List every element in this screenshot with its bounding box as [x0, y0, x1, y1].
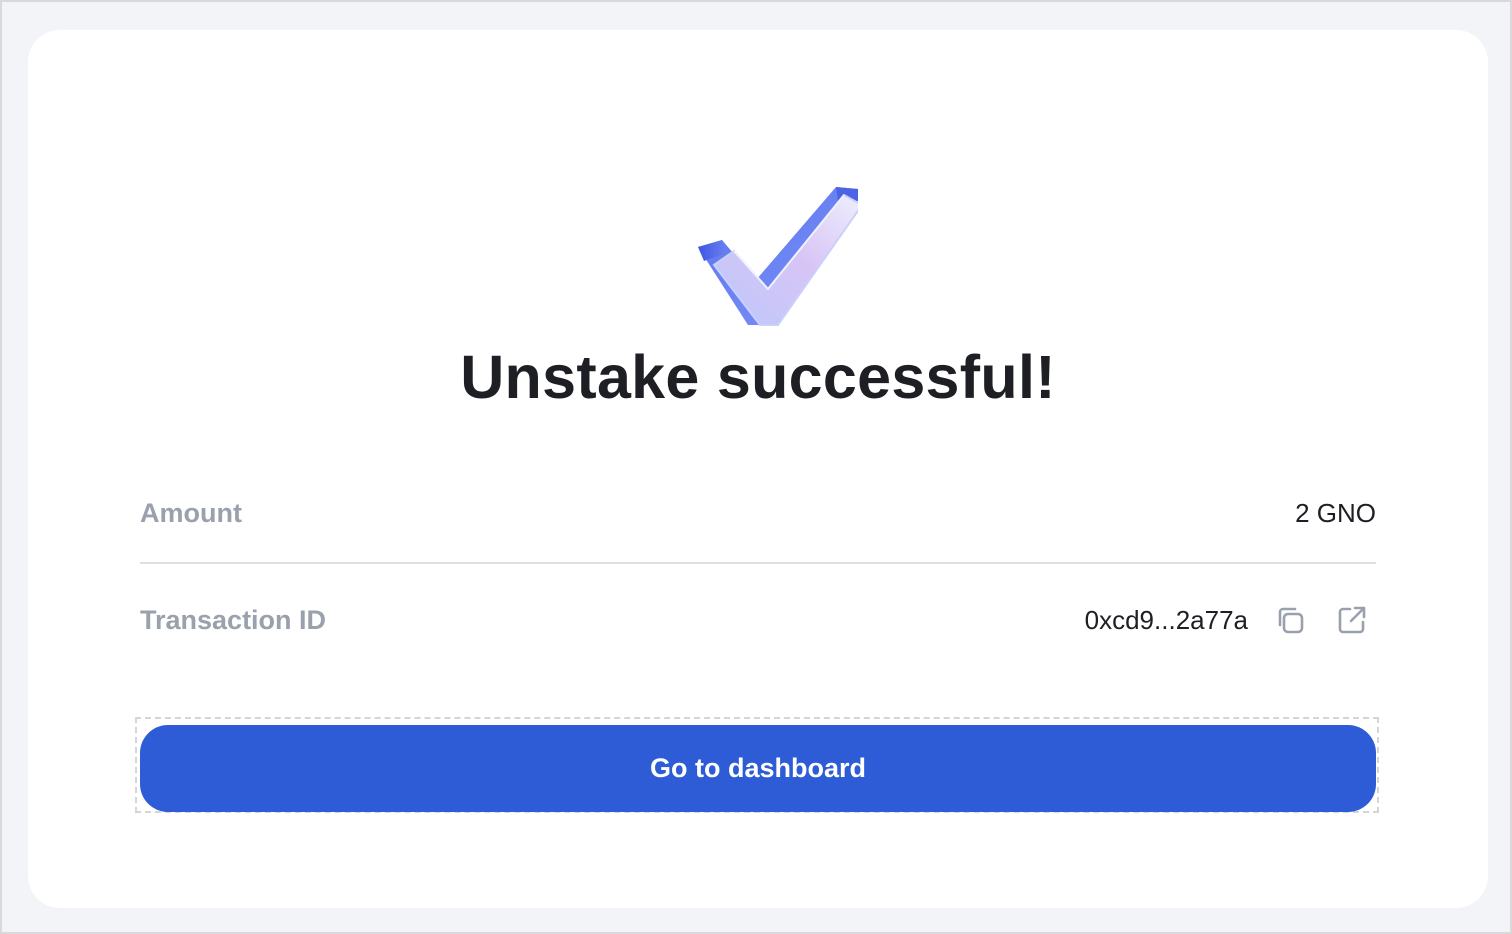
copy-icon[interactable]: [1270, 600, 1310, 640]
success-card: Unstake successful! Amount 2 GNO Transac…: [28, 30, 1488, 908]
transaction-id-value: 0xcd9...2a77a: [1084, 604, 1248, 635]
amount-row: Amount 2 GNO: [140, 495, 1376, 531]
amount-label: Amount: [140, 497, 242, 528]
external-link-icon[interactable]: [1332, 600, 1372, 640]
divider: [140, 562, 1376, 564]
transaction-id-label: Transaction ID: [140, 604, 327, 635]
amount-value: 2 GNO: [1295, 497, 1376, 528]
page-title: Unstake successful!: [460, 343, 1056, 411]
transaction-id-group: 0xcd9...2a77a: [1085, 600, 1376, 640]
go-to-dashboard-button[interactable]: Go to dashboard: [140, 725, 1376, 812]
check-mark-3d-icon: [668, 155, 864, 330]
page-frame: Unstake successful! Amount 2 GNO Transac…: [0, 0, 1512, 934]
transaction-row: Transaction ID 0xcd9...2a77a: [140, 602, 1376, 638]
